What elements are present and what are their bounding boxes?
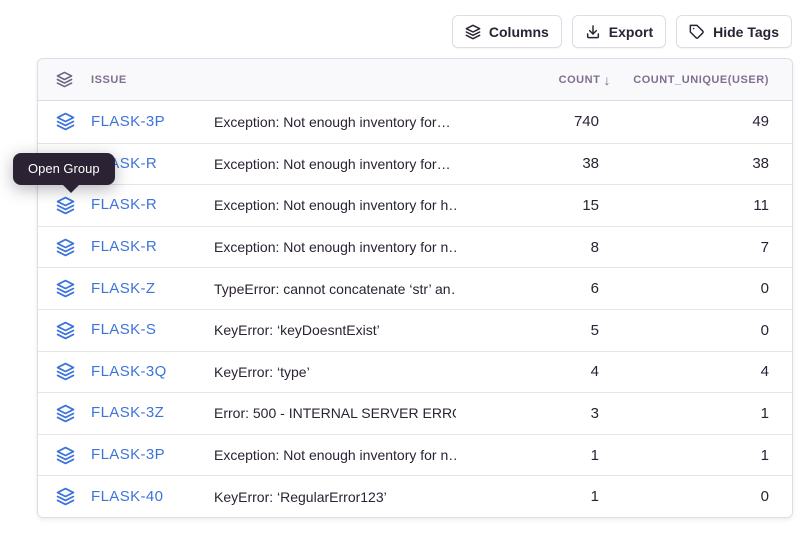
count-unique-value: 0 xyxy=(628,322,792,339)
layers-icon[interactable] xyxy=(56,279,75,298)
download-icon xyxy=(585,24,601,40)
tooltip-label: Open Group xyxy=(28,161,100,176)
count-value: 1 xyxy=(456,447,628,464)
count-value: 5 xyxy=(456,322,628,339)
layers-icon[interactable] xyxy=(56,487,75,506)
layers-icon[interactable] xyxy=(56,404,75,423)
count-unique-value: 1 xyxy=(628,405,792,422)
export-button-label: Export xyxy=(609,24,653,40)
layers-icon[interactable] xyxy=(56,112,75,131)
table-body: FLASK-3P Exception: Not enough inventory… xyxy=(38,101,792,517)
count-value: 38 xyxy=(456,155,628,172)
count-value: 740 xyxy=(456,113,628,130)
issue-title: KeyError: ‘RegularError123’ xyxy=(214,489,456,505)
column-header-count-unique[interactable]: COUNT_UNIQUE(USER) xyxy=(628,74,792,86)
sort-desc-icon: ↓ xyxy=(603,73,611,87)
columns-button-label: Columns xyxy=(489,24,549,40)
issue-link[interactable]: FLASK-3Q xyxy=(91,363,167,380)
issue-title: TypeError: cannot concatenate ‘str’ an… xyxy=(214,281,456,297)
layers-icon[interactable] xyxy=(56,238,75,257)
issue-link[interactable]: FLASK-R xyxy=(91,196,157,213)
layers-icon xyxy=(465,24,481,40)
layers-icon[interactable] xyxy=(56,196,75,215)
issue-title: KeyError: ‘type’ xyxy=(214,364,456,380)
columns-button[interactable]: Columns xyxy=(452,15,562,48)
table-row[interactable]: FLASK-R Exception: Not enough inventory … xyxy=(38,226,792,268)
issue-link[interactable]: FLASK-Z xyxy=(91,280,155,297)
count-unique-value: 7 xyxy=(628,239,792,256)
count-unique-value: 4 xyxy=(628,363,792,380)
count-unique-value: 49 xyxy=(628,113,792,130)
issues-table: ISSUE COUNT ↓ COUNT_UNIQUE(USER) FLASK-3… xyxy=(37,58,793,518)
issue-title: Error: 500 - INTERNAL SERVER ERROR xyxy=(214,405,456,421)
issue-title: Exception: Not enough inventory for… xyxy=(214,114,456,130)
issue-link[interactable]: FLASK-40 xyxy=(91,488,163,505)
issue-link[interactable]: FLASK-R xyxy=(91,238,157,255)
hide-tags-button[interactable]: Hide Tags xyxy=(676,15,792,48)
count-value: 3 xyxy=(456,405,628,422)
issue-title: Exception: Not enough inventory for… xyxy=(214,156,456,172)
table-row[interactable]: FLASK-3Z Error: 500 - INTERNAL SERVER ER… xyxy=(38,392,792,434)
hide-tags-button-label: Hide Tags xyxy=(713,24,779,40)
issue-link[interactable]: FLASK-3P xyxy=(91,446,165,463)
count-unique-value: 1 xyxy=(628,447,792,464)
table-header-row: ISSUE COUNT ↓ COUNT_UNIQUE(USER) xyxy=(38,59,792,101)
count-unique-value: 38 xyxy=(628,155,792,172)
issue-title: KeyError: ‘keyDoesntExist’ xyxy=(214,322,456,338)
issue-title: Exception: Not enough inventory for n… xyxy=(214,239,456,255)
table-row[interactable]: FLASK-S KeyError: ‘keyDoesntExist’ 5 0 xyxy=(38,309,792,351)
count-unique-value: 0 xyxy=(628,488,792,505)
issue-link[interactable]: FLASK-3Z xyxy=(91,404,164,421)
layers-icon[interactable] xyxy=(56,321,75,340)
count-value: 8 xyxy=(456,239,628,256)
table-row[interactable]: FLASK-R Exception: Not enough inventory … xyxy=(38,143,792,185)
layers-icon[interactable] xyxy=(56,362,75,381)
open-group-tooltip: Open Group xyxy=(13,153,115,185)
table-row[interactable]: FLASK-40 KeyError: ‘RegularError123’ 1 0 xyxy=(38,475,792,517)
issue-title: Exception: Not enough inventory for n… xyxy=(214,447,456,463)
table-row[interactable]: FLASK-3Q KeyError: ‘type’ 4 4 xyxy=(38,351,792,393)
layers-icon[interactable] xyxy=(56,446,75,465)
export-button[interactable]: Export xyxy=(572,15,666,48)
tag-icon xyxy=(689,24,705,40)
toolbar: Columns Export Hide Tags xyxy=(452,15,792,48)
table-row[interactable]: FLASK-R Exception: Not enough inventory … xyxy=(38,184,792,226)
count-unique-value: 0 xyxy=(628,280,792,297)
count-unique-value: 11 xyxy=(628,197,792,214)
count-value: 1 xyxy=(456,488,628,505)
column-header-issue[interactable]: ISSUE xyxy=(82,74,214,86)
issue-link[interactable]: FLASK-3P xyxy=(91,113,165,130)
issue-link[interactable]: FLASK-S xyxy=(91,321,156,338)
issue-title: Exception: Not enough inventory for h… xyxy=(214,197,456,213)
count-value: 4 xyxy=(456,363,628,380)
table-row[interactable]: FLASK-3P Exception: Not enough inventory… xyxy=(38,434,792,476)
layers-icon xyxy=(38,71,82,88)
column-header-count[interactable]: COUNT ↓ xyxy=(456,73,628,87)
count-value: 15 xyxy=(456,197,628,214)
table-row[interactable]: FLASK-3P Exception: Not enough inventory… xyxy=(38,101,792,143)
table-row[interactable]: FLASK-Z TypeError: cannot concatenate ‘s… xyxy=(38,267,792,309)
count-value: 6 xyxy=(456,280,628,297)
